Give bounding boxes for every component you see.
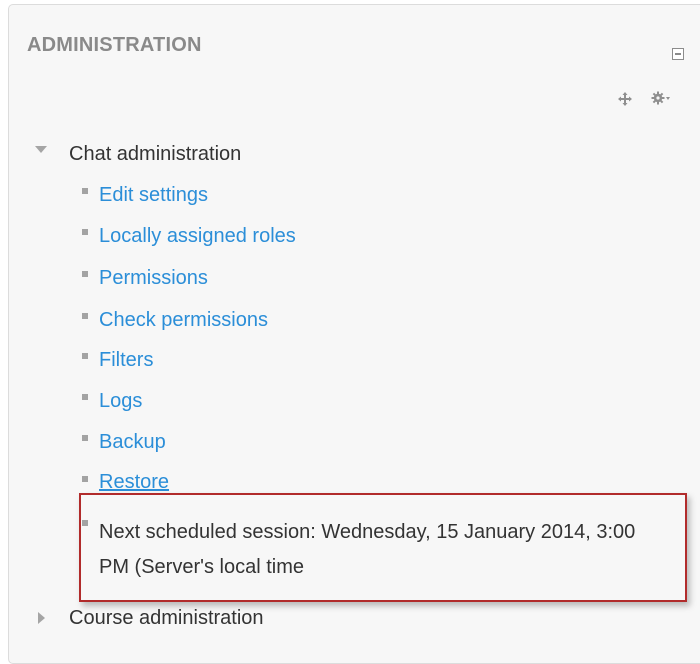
backup-link[interactable]: Backup bbox=[99, 430, 166, 454]
bullet-icon bbox=[82, 394, 88, 400]
check-permissions-link[interactable]: Check permissions bbox=[99, 308, 268, 332]
minimize-icon[interactable] bbox=[672, 48, 684, 60]
collapsed-triangle-icon[interactable] bbox=[38, 612, 46, 624]
bullet-icon bbox=[82, 188, 88, 194]
locally-assigned-roles-link[interactable]: Locally assigned roles bbox=[99, 224, 296, 248]
bullet-icon bbox=[82, 476, 88, 482]
bullet-icon bbox=[82, 353, 88, 359]
block-title: ADMINISTRATION bbox=[27, 34, 202, 56]
next-scheduled-session-text: Next scheduled session: Wednesday, 15 Ja… bbox=[99, 521, 636, 578]
expanded-triangle-icon[interactable] bbox=[35, 146, 47, 154]
permissions-link[interactable]: Permissions bbox=[99, 266, 208, 290]
chat-administration-label: Chat administration bbox=[69, 143, 242, 165]
edit-settings-link[interactable]: Edit settings bbox=[99, 183, 208, 207]
bullet-icon bbox=[82, 520, 88, 526]
logs-link[interactable]: Logs bbox=[99, 389, 142, 413]
bullet-icon bbox=[82, 271, 88, 277]
course-administration-label: Course administration bbox=[69, 607, 264, 629]
bullet-icon bbox=[82, 229, 88, 235]
bullet-icon bbox=[82, 313, 88, 319]
gear-icon[interactable] bbox=[651, 90, 671, 106]
move-icon[interactable] bbox=[617, 91, 633, 107]
restore-link[interactable]: Restore bbox=[99, 470, 169, 494]
bullet-icon bbox=[82, 435, 88, 441]
filters-link[interactable]: Filters bbox=[99, 348, 153, 372]
